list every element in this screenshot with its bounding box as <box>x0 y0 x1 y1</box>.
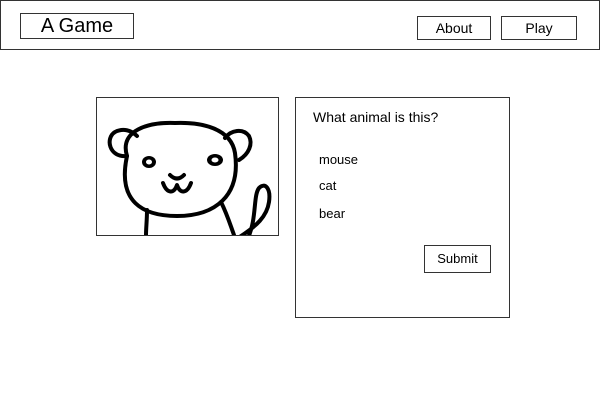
answer-option-cat[interactable]: cat <box>319 178 336 194</box>
answer-option-bear[interactable]: bear <box>319 206 345 222</box>
quiz-panel: What animal is this? mouse cat bear Subm… <box>295 97 510 318</box>
animal-image-panel <box>96 97 279 236</box>
question-text: What animal is this? <box>313 109 439 125</box>
answer-option-mouse[interactable]: mouse <box>319 152 358 168</box>
game-title: A Game <box>20 13 134 39</box>
cat-icon <box>107 120 272 235</box>
play-button[interactable]: Play <box>501 16 577 40</box>
submit-button[interactable]: Submit <box>424 245 491 273</box>
header-bar: A Game About Play <box>0 0 600 50</box>
about-button[interactable]: About <box>417 16 491 40</box>
